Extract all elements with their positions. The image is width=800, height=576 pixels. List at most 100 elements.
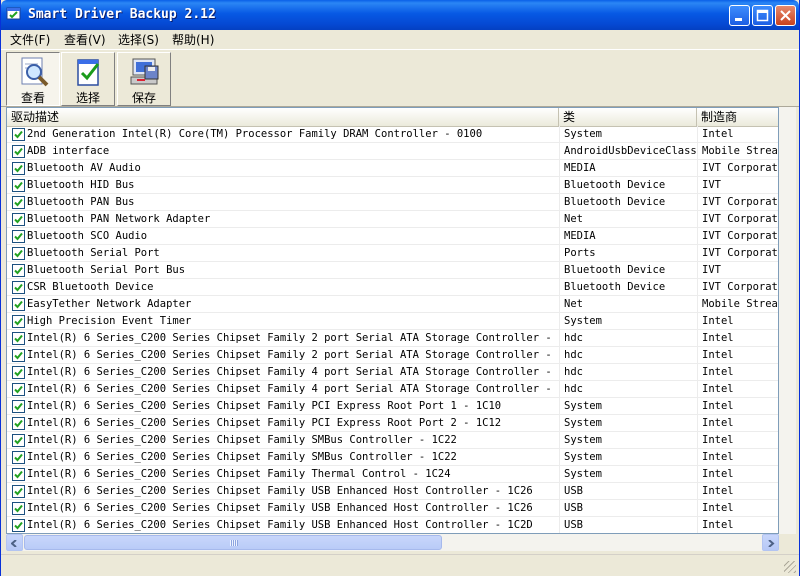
table-row[interactable]: Bluetooth SCO Audio MEDIA IVT Corporation (7, 228, 778, 245)
table-row[interactable]: Bluetooth Serial Port Bus Bluetooth Devic… (7, 262, 778, 279)
table-row[interactable]: EasyTether Network Adapter Net Mobile Stre… (7, 296, 778, 313)
row-checkbox[interactable] (12, 383, 25, 396)
menu-help[interactable]: 帮助(H) (172, 32, 214, 48)
row-checkbox[interactable] (12, 230, 25, 243)
table-row[interactable]: Bluetooth AV Audio MEDIA IVT Corporation (7, 160, 778, 177)
row-checkbox[interactable] (12, 434, 25, 447)
checkmark-icon (14, 300, 23, 309)
row-class: Bluetooth Device (564, 281, 666, 293)
table-row[interactable]: ADB interface AndroidUsbDeviceClass Mobile… (7, 143, 778, 160)
table-row[interactable]: Intel(R) 6 Series_C200 Series Chipset Fa… (7, 483, 778, 500)
magnifier-icon (21, 57, 49, 87)
row-vendor: IVT (702, 264, 721, 276)
resize-grip[interactable] (784, 561, 796, 573)
row-description: Intel(R) 6 Series_C200 Series Chipset Fa… (27, 502, 533, 514)
row-checkbox[interactable] (12, 400, 25, 413)
scroll-right-button[interactable] (762, 534, 779, 551)
toolbar: 查看 选择 保存 (1, 49, 799, 107)
table-row[interactable]: 2nd Generation Intel(R) Core(TM) Process… (7, 126, 778, 143)
horizontal-scroll-thumb[interactable] (24, 535, 442, 550)
table-row[interactable]: Bluetooth PAN Network Adapter Net IVT Corp… (7, 211, 778, 228)
minimize-icon (735, 18, 742, 21)
checkmark-icon (14, 487, 23, 496)
table-row[interactable]: Intel(R) 6 Series_C200 Series Chipset Fa… (7, 364, 778, 381)
row-description: Intel(R) 6 Series_C200 Series Chipset Fa… (27, 349, 559, 361)
column-header-description[interactable]: 驱动描述 (7, 108, 559, 126)
table-row[interactable]: Intel(R) 6 Series_C200 Series Chipset Fa… (7, 381, 778, 398)
table-row[interactable]: Intel(R) 6 Series_C200 Series Chipset Fa… (7, 517, 778, 533)
row-checkbox[interactable] (12, 179, 25, 192)
checkmark-icon (14, 317, 23, 326)
horizontal-scrollbar[interactable] (6, 534, 779, 551)
maximize-button[interactable] (752, 5, 773, 26)
row-checkbox[interactable] (12, 145, 25, 158)
select-button[interactable]: 选择 (61, 52, 115, 106)
row-class: System (564, 315, 602, 327)
row-checkbox[interactable] (12, 417, 25, 430)
table-row[interactable]: Intel(R) 6 Series_C200 Series Chipset Fa… (7, 330, 778, 347)
row-description: ADB interface (27, 145, 110, 157)
table-row[interactable]: Intel(R) 6 Series_C200 Series Chipset Fa… (7, 347, 778, 364)
select-button-label: 选择 (75, 91, 100, 105)
row-checkbox[interactable] (12, 502, 25, 515)
driver-list[interactable]: 驱动描述 类 制造商 2nd Generation Intel(R) Core(… (6, 107, 779, 534)
row-checkbox[interactable] (12, 366, 25, 379)
row-description: Bluetooth Serial Port (27, 247, 160, 259)
row-checkbox[interactable] (12, 451, 25, 464)
table-row[interactable]: Bluetooth PAN Bus Bluetooth Device IVT Cor… (7, 194, 778, 211)
row-checkbox[interactable] (12, 468, 25, 481)
row-vendor: IVT Corporation (702, 162, 778, 174)
row-vendor: Mobile Stream (702, 145, 779, 157)
row-description: Intel(R) 6 Series_C200 Series Chipset Fa… (27, 434, 457, 446)
row-checkbox[interactable] (12, 332, 25, 345)
close-button[interactable] (775, 5, 796, 26)
checkmark-icon (14, 521, 23, 530)
title-bar[interactable]: Smart Driver Backup 2.12 (1, 0, 799, 30)
table-row[interactable]: Bluetooth HID Bus Bluetooth Device IVT (7, 177, 778, 194)
table-row[interactable]: Intel(R) 6 Series_C200 Series Chipset Fa… (7, 415, 778, 432)
table-row[interactable]: Intel(R) 6 Series_C200 Series Chipset Fa… (7, 466, 778, 483)
vertical-scrollbar[interactable] (779, 107, 796, 534)
row-vendor: IVT Corporation (702, 281, 778, 293)
row-checkbox[interactable] (12, 519, 25, 532)
table-row[interactable]: CSR Bluetooth Device Bluetooth Device IVT … (7, 279, 778, 296)
checkmark-icon (14, 283, 23, 292)
table-row[interactable]: Intel(R) 6 Series_C200 Series Chipset Fa… (7, 449, 778, 466)
column-header-vendor[interactable]: 制造商 (697, 108, 778, 126)
checkmark-document-icon (77, 59, 100, 86)
row-class: USB (564, 519, 583, 531)
table-row[interactable]: Intel(R) 6 Series_C200 Series Chipset Fa… (7, 432, 778, 449)
row-checkbox[interactable] (12, 128, 25, 141)
menu-file[interactable]: 文件(F) (10, 32, 50, 48)
app-window: Smart Driver Backup 2.12 文件(F) 查看(V) 选择(… (0, 0, 800, 576)
row-description: Bluetooth SCO Audio (27, 230, 148, 242)
row-checkbox[interactable] (12, 315, 25, 328)
menu-select[interactable]: 选择(S) (118, 32, 159, 48)
row-checkbox[interactable] (12, 162, 25, 175)
row-checkbox[interactable] (12, 247, 25, 260)
row-checkbox[interactable] (12, 213, 25, 226)
table-row[interactable]: Bluetooth Serial Port Ports IVT Corporatio… (7, 245, 778, 262)
row-class: USB (564, 502, 583, 514)
minimize-button[interactable] (729, 5, 750, 26)
save-button[interactable]: 保存 (117, 52, 171, 106)
menu-view[interactable]: 查看(V) (64, 32, 106, 48)
checkmark-icon (14, 504, 23, 513)
row-checkbox[interactable] (12, 349, 25, 362)
row-class: AndroidUsbDeviceClass (564, 145, 697, 157)
row-checkbox[interactable] (12, 485, 25, 498)
column-header-class[interactable]: 类 (559, 108, 697, 126)
row-checkbox[interactable] (12, 264, 25, 277)
row-checkbox[interactable] (12, 281, 25, 294)
row-checkbox[interactable] (12, 298, 25, 311)
table-row[interactable]: Intel(R) 6 Series_C200 Series Chipset Fa… (7, 500, 778, 517)
table-row[interactable]: High Precision Event Timer System Intel (7, 313, 778, 330)
row-vendor: IVT Corporation (702, 213, 778, 225)
computer-save-icon (130, 58, 159, 85)
scroll-left-button[interactable] (6, 534, 23, 551)
save-button-label: 保存 (131, 91, 156, 105)
row-checkbox[interactable] (12, 196, 25, 209)
row-class: hdc (564, 366, 583, 378)
view-button[interactable]: 查看 (6, 52, 60, 106)
table-row[interactable]: Intel(R) 6 Series_C200 Series Chipset Fa… (7, 398, 778, 415)
